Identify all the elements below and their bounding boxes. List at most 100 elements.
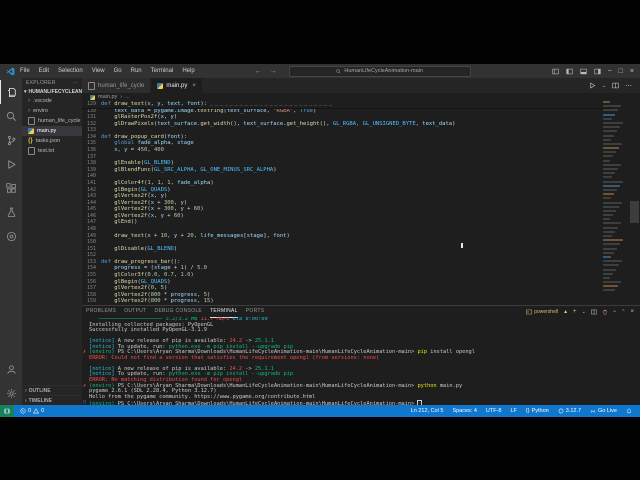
code-line[interactable]: 141 glColor4f(1, 1, 1, fade_alpha) [82,180,640,187]
split-editor-icon[interactable] [612,82,619,89]
workspace-root-folder[interactable]: ▾ HUMANLIFECYCLEANIMAT... [22,87,82,96]
tab-debug-console[interactable]: DEBUG CONSOLE [155,306,203,317]
code-line[interactable]: 131 glRasterPos2f(x, y) [82,114,640,121]
account-icon[interactable] [0,357,22,381]
code-line[interactable]: 138 glEnable(GL_BLEND) [82,160,640,167]
sidebar-item-tasks-json[interactable]: {} tasks.json [22,136,82,146]
code-line[interactable]: 158 glVertex2f(800 * progress, 5) [82,292,640,299]
outline-section[interactable]: › OUTLINE [22,385,82,395]
tab-output[interactable]: OUTPUT [124,306,146,317]
command-center-search[interactable]: HumanLifeCycleAnimation-main [288,65,471,77]
code-line[interactable]: 154 progress = (stage + 1) / 5.0 [82,265,640,272]
close-button[interactable]: × [630,68,634,75]
sidebar-item-vscode[interactable]: › .vscode [22,96,82,106]
notifications-bell-icon[interactable] [626,408,632,414]
menu-terminal[interactable]: Terminal [151,68,174,74]
run-dropdown-chevron-icon[interactable]: ⌄ [602,83,606,89]
status-language[interactable]: {} Python [526,408,549,414]
testing-icon[interactable] [0,200,22,224]
code-line[interactable]: 129 def draw_text(x, y, text, font): [82,101,640,108]
menu-run[interactable]: Run [131,68,142,74]
code-line[interactable]: 150 [82,239,640,246]
menu-edit[interactable]: Edit [39,68,49,74]
tab-human-life-cycle[interactable]: human_life_cycle [82,78,152,93]
code-line[interactable]: 144 glVertex2f(x + 300, y) [82,200,640,207]
code-line[interactable]: 137 [82,154,640,161]
tab-ports[interactable]: PORTS [246,306,265,317]
code-line[interactable]: 147 glEnd() [82,219,640,226]
status-encoding[interactable]: UTF-8 [486,408,502,414]
code-line[interactable]: 142 glBegin(GL_QUADS) [82,187,640,194]
tab-main-py[interactable]: main.py × [151,78,203,93]
back-arrow-icon[interactable]: ← [255,68,262,75]
customize-layout-icon[interactable] [593,68,601,75]
code-line[interactable]: 140 [82,173,640,180]
editor-scrollbar[interactable] [630,201,639,223]
extensions-icon[interactable] [0,176,22,200]
remote-indicator-icon[interactable]: ⟪⟫ [0,405,14,417]
code-line[interactable]: 159 glVertex2f(800 * progress, 15) [82,298,640,305]
toggle-bottom-panel-icon[interactable] [579,68,587,75]
explorer-more-actions-icon[interactable]: ⋯ [73,80,78,86]
toggle-panel-icon[interactable] [551,68,559,75]
run-python-file-icon[interactable] [589,82,596,89]
code-line[interactable]: 145 glVertex2f(x + 300, y + 60) [82,206,640,213]
code-line[interactable]: 139 glBlendFunc(GL_SRC_ALPHA, GL_ONE_MIN… [82,167,640,174]
code-line[interactable]: 143 glVertex2f(x, y) [82,193,640,200]
remote-explorer-icon[interactable] [0,224,22,248]
toggle-sidebar-icon[interactable] [565,68,573,75]
code-line[interactable]: 156 glBegin(GL_QUADS) [82,279,640,286]
status-indentation[interactable]: Spaces: 4 [452,408,476,414]
run-debug-icon[interactable] [0,152,22,176]
status-python-version[interactable]: 3.12.7 [558,408,581,414]
menu-help[interactable]: Help [182,68,194,74]
code-line[interactable]: 133 [82,127,640,134]
maximize-panel-icon[interactable]: ⌃ [621,309,625,315]
code-line[interactable]: 132 glDrawPixels(text_surface. get_width(… [82,121,640,128]
explorer-icon[interactable] [0,80,23,104]
code-line[interactable]: 136 x, y = 450, 400 [82,147,640,154]
status-eol[interactable]: LF [511,408,517,414]
minimize-panel-icon[interactable]: − [613,309,617,315]
sidebar-item-enviro[interactable]: › enviro [22,106,82,116]
code-line[interactable]: 149 draw_text(x + 10, y + 20, life_messa… [82,233,640,240]
new-terminal-icon[interactable]: + [573,309,577,315]
maximize-button[interactable]: □ [619,68,623,75]
split-terminal-icon[interactable] [591,309,597,315]
source-control-icon[interactable] [0,128,22,152]
editor-more-actions-icon[interactable]: ⋯ [625,82,632,90]
code-line[interactable]: 157 glVertex2f(0, 5) [82,285,640,292]
minimize-button[interactable]: − [608,68,612,75]
code-line[interactable]: 153 def draw_progress_bar (): [82,259,640,266]
sidebar-item-main-py[interactable]: main.py [22,126,82,136]
terminal-dropdown-chevron-icon[interactable]: ⌄ [582,309,586,315]
tab-problems[interactable]: PROBLEMS [86,306,116,317]
code-line[interactable]: 151 glDisable(GL_BLEND) [82,246,640,253]
breadcrumb[interactable]: main.py › ... [82,93,640,101]
status-line-col[interactable]: Ln 212, Col 5 [411,408,444,414]
close-panel-icon[interactable]: × [630,309,634,315]
settings-gear-icon[interactable] [0,381,22,405]
terminal-shell-tab[interactable]: powershell [526,309,558,315]
terminal-output[interactable]: ──────────────────── 3.2/3.2 MB 11.7 MB/… [82,317,640,406]
code-line[interactable]: 146 glVertex2f(x, y + 60) [82,213,640,220]
kill-terminal-icon[interactable] [602,309,608,315]
status-go-live[interactable]: Go Live [590,408,617,414]
timeline-section[interactable]: › TIMELINE [22,395,82,405]
menu-selection[interactable]: Selection [58,68,83,74]
code-line[interactable]: 134 def draw_popup_card(font): [82,134,640,141]
status-problems[interactable]: 0 0 [20,408,44,414]
code-line[interactable]: 148 [82,226,640,233]
code-line[interactable]: 135 global fade_alpha, stage [82,140,640,147]
search-sidebar-icon[interactable] [0,104,22,128]
close-tab-icon[interactable]: × [192,83,196,89]
code-line[interactable]: 155 glColor3f(0.0, 0.7, 1.0) [82,272,640,279]
menu-go[interactable]: Go [114,68,122,74]
sidebar-item-test-txt[interactable]: test.txt [22,146,82,156]
menu-file[interactable]: File [20,68,30,74]
forward-arrow-icon[interactable]: → [270,68,277,75]
tab-terminal[interactable]: TERMINAL [210,306,238,318]
code-line[interactable]: 152 [82,252,640,259]
sidebar-item-human-life-cycle[interactable]: human_life_cycle [22,116,82,126]
menu-view[interactable]: View [92,68,105,74]
